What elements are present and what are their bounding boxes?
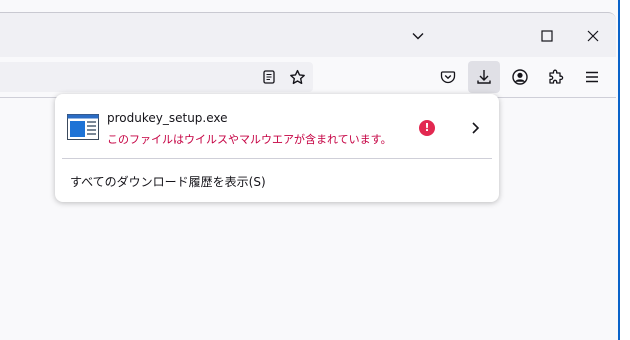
reader-view-icon: [263, 70, 275, 84]
download-warning-text: このファイルはウイルスやマルウエアが含まれています。: [107, 133, 392, 146]
menu-icon: [586, 71, 598, 83]
panel-divider: [62, 158, 492, 159]
bookmark-star-icon: [289, 69, 305, 84]
close-icon: [587, 30, 599, 41]
download-item[interactable]: produkey_setup.exe このファイルはウイルスやマルウエアが含まれ…: [61, 100, 493, 156]
extensions-button[interactable]: [540, 61, 572, 93]
show-all-downloads-button[interactable]: すべてのダウンロード履歴を表示(S): [61, 166, 493, 196]
pocket-button[interactable]: [432, 61, 464, 93]
account-icon: [512, 69, 528, 85]
warning-icon: !: [419, 120, 435, 136]
maximize-button[interactable]: [524, 13, 570, 58]
download-more-button[interactable]: [459, 112, 491, 144]
executable-file-icon: [67, 114, 99, 140]
close-button[interactable]: [570, 13, 616, 58]
show-all-downloads-label: すべてのダウンロード履歴を表示(S): [70, 175, 266, 189]
download-file-name: produkey_setup.exe: [107, 111, 228, 125]
nav-toolbar: [0, 57, 616, 98]
list-all-tabs-button[interactable]: [395, 13, 441, 58]
account-button[interactable]: [504, 61, 536, 93]
url-bar[interactable]: [0, 62, 313, 92]
maximize-icon: [541, 29, 553, 42]
downloads-panel: produkey_setup.exe このファイルはウイルスやマルウエアが含まれ…: [55, 94, 499, 202]
bookmark-star-button[interactable]: [281, 61, 313, 93]
title-bar: [0, 12, 616, 58]
chevron-right-icon: [472, 122, 480, 134]
downloads-button[interactable]: [468, 61, 500, 93]
extensions-icon: [549, 69, 564, 84]
app-menu-button[interactable]: [576, 61, 608, 93]
chevron-down-icon: [412, 32, 424, 39]
pocket-icon: [440, 71, 456, 84]
download-icon: [477, 70, 491, 84]
